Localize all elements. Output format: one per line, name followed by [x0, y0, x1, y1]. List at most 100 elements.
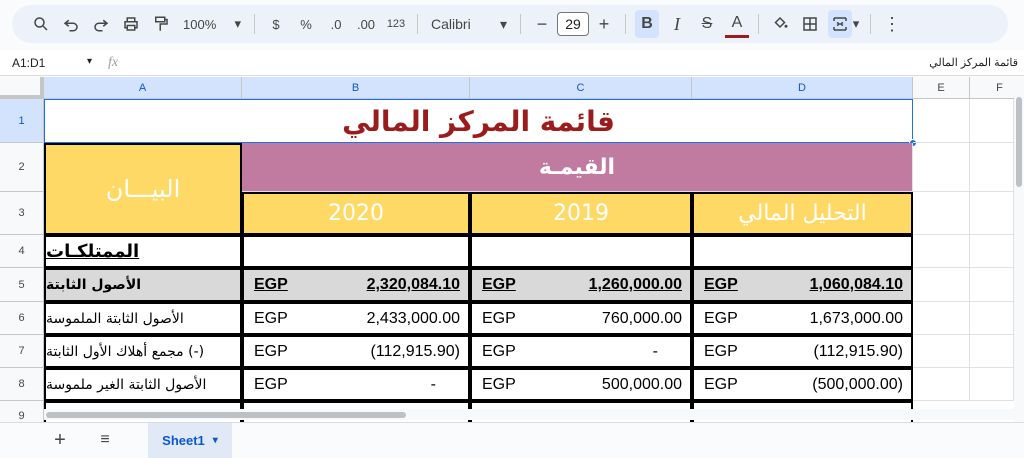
- currency-format-button[interactable]: $: [264, 10, 288, 38]
- column-header-c[interactable]: C: [470, 77, 692, 99]
- cell-f5[interactable]: [970, 268, 1014, 302]
- add-sheet-icon[interactable]: +: [48, 426, 72, 454]
- toolbar-separator: [625, 14, 626, 34]
- assets-heading-cell[interactable]: الممتلكـات: [44, 235, 242, 268]
- strikethrough-icon[interactable]: S: [695, 10, 719, 38]
- cell-b8[interactable]: EGP -: [242, 368, 470, 401]
- row-header-5[interactable]: 5: [0, 268, 44, 302]
- search-menus-icon[interactable]: [29, 10, 53, 38]
- cell-b7[interactable]: EGP (112,915.90): [242, 335, 470, 368]
- currency-label: EGP: [704, 375, 738, 393]
- cell-e7[interactable]: [913, 335, 970, 368]
- analysis-header-cell[interactable]: التحليل المالي: [692, 192, 913, 235]
- cell-f2[interactable]: [970, 143, 1014, 192]
- row-header-1[interactable]: 1: [0, 99, 44, 143]
- font-size-input[interactable]: 29: [557, 12, 589, 36]
- cell-e8[interactable]: [913, 368, 970, 401]
- horizontal-scrollbar[interactable]: [44, 409, 1014, 420]
- cell-c5[interactable]: EGP 1,260,000.00: [470, 268, 692, 302]
- year-2019-cell[interactable]: 2019: [470, 192, 692, 235]
- merge-cells-icon[interactable]: [828, 10, 852, 38]
- year-2020-cell[interactable]: 2020: [242, 192, 470, 235]
- horizontal-scroll-thumb[interactable]: [46, 412, 406, 418]
- bold-button[interactable]: B: [635, 10, 659, 38]
- increase-decimal-button[interactable]: .00: [354, 10, 378, 38]
- row-header-6[interactable]: 6: [0, 302, 44, 335]
- title-cell[interactable]: قائمة المركز المالي: [44, 99, 913, 143]
- cell-c6[interactable]: EGP 760,000.00: [470, 302, 692, 335]
- cell-d7[interactable]: EGP (112,915.90): [692, 335, 913, 368]
- cell-f3[interactable]: [970, 192, 1014, 235]
- increase-font-size-button[interactable]: +: [592, 10, 616, 38]
- zoom-select[interactable]: 100% ▾: [179, 10, 245, 38]
- sheet-tab-sheet1[interactable]: Sheet1 ▾: [148, 422, 232, 458]
- cell-c7[interactable]: EGP -: [470, 335, 692, 368]
- vertical-scrollbar[interactable]: [1014, 77, 1024, 422]
- cell-f8[interactable]: [970, 368, 1014, 401]
- more-vert-icon[interactable]: ⋮: [880, 10, 904, 38]
- row-header-8[interactable]: 8: [0, 368, 44, 401]
- cell-d5[interactable]: EGP 1,060,084.10: [692, 268, 913, 302]
- row-label-intangible-assets[interactable]: الأصول الثابتة الغير ملموسة: [44, 368, 242, 401]
- cell-e4[interactable]: [913, 235, 970, 268]
- qima-header-cell[interactable]: القيمـة: [242, 143, 913, 192]
- row-label-fixed-assets[interactable]: الأصول الثابتة: [44, 268, 242, 302]
- name-box[interactable]: A1:D1 ▾: [0, 56, 98, 70]
- undo-icon[interactable]: [59, 10, 83, 38]
- more-formats-button[interactable]: 123: [384, 10, 408, 38]
- column-header-a[interactable]: A: [44, 77, 242, 99]
- sheet-bar: + ≡ Sheet1 ▾: [0, 422, 1024, 458]
- paint-format-icon[interactable]: [149, 10, 173, 38]
- italic-button[interactable]: I: [665, 10, 689, 38]
- chevron-down-icon[interactable]: ▾: [851, 10, 861, 38]
- cell-c8[interactable]: EGP 500,000.00: [470, 368, 692, 401]
- decrease-decimal-button[interactable]: .0: [324, 10, 348, 38]
- chevron-down-icon: ▾: [212, 434, 218, 446]
- cell-c4[interactable]: [470, 235, 692, 268]
- cell-f4[interactable]: [970, 235, 1014, 268]
- select-all-corner[interactable]: [0, 77, 44, 99]
- row-header-4[interactable]: 4: [0, 235, 44, 268]
- toolbar-separator: [417, 14, 418, 34]
- percent-format-button[interactable]: %: [294, 10, 318, 38]
- currency-label: EGP: [254, 375, 288, 393]
- cell-b6[interactable]: EGP 2,433,000.00: [242, 302, 470, 335]
- cell-d4[interactable]: [692, 235, 913, 268]
- all-sheets-icon[interactable]: ≡: [93, 426, 117, 454]
- text-color-button[interactable]: A: [725, 10, 749, 38]
- cell-d6[interactable]: EGP 1,673,000.00: [692, 302, 913, 335]
- row-header-2[interactable]: 2: [0, 143, 44, 192]
- cell-e2[interactable]: [913, 143, 970, 192]
- row-header-7[interactable]: 7: [0, 335, 44, 368]
- font-select[interactable]: Calibri ▾: [427, 10, 511, 38]
- row-label-tangible-assets[interactable]: الأصول الثابتة الملموسة: [44, 302, 242, 335]
- redo-icon[interactable]: [89, 10, 113, 38]
- cell-e5[interactable]: [913, 268, 970, 302]
- row-header-9[interactable]: 9: [0, 401, 44, 422]
- row-header-3[interactable]: 3: [0, 192, 44, 235]
- bayan-header-cell[interactable]: البيـــان: [44, 143, 242, 235]
- cell-f7[interactable]: [970, 335, 1014, 368]
- cell-d8[interactable]: EGP (500,000.00): [692, 368, 913, 401]
- column-header-d[interactable]: D: [692, 77, 913, 99]
- cell-f1[interactable]: [970, 99, 1014, 143]
- cell-e3[interactable]: [913, 192, 970, 235]
- column-header-b[interactable]: B: [242, 77, 470, 99]
- spreadsheet-grid[interactable]: A B C D E F 1 2 3 4 5 6 7 8 9 قائمة المر…: [0, 77, 1014, 422]
- currency-label: EGP: [482, 342, 516, 360]
- currency-label: EGP: [482, 276, 516, 293]
- decrease-font-size-button[interactable]: −: [530, 10, 554, 38]
- cell-f6[interactable]: [970, 302, 1014, 335]
- cell-e1[interactable]: [913, 99, 970, 143]
- cell-b5[interactable]: EGP 2,320,084.10: [242, 268, 470, 302]
- vertical-scroll-thumb[interactable]: [1016, 97, 1022, 187]
- cell-e6[interactable]: [913, 302, 970, 335]
- column-header-f[interactable]: F: [970, 77, 1014, 99]
- column-header-e[interactable]: E: [913, 77, 970, 99]
- formula-input[interactable]: قائمة المركز المالي: [929, 56, 1018, 69]
- borders-icon[interactable]: [798, 10, 822, 38]
- print-icon[interactable]: [119, 10, 143, 38]
- row-label-depreciation[interactable]: (-) مجمع أهلاك الأول الثابتة: [44, 335, 242, 368]
- fill-color-icon[interactable]: [768, 10, 792, 38]
- cell-b4[interactable]: [242, 235, 470, 268]
